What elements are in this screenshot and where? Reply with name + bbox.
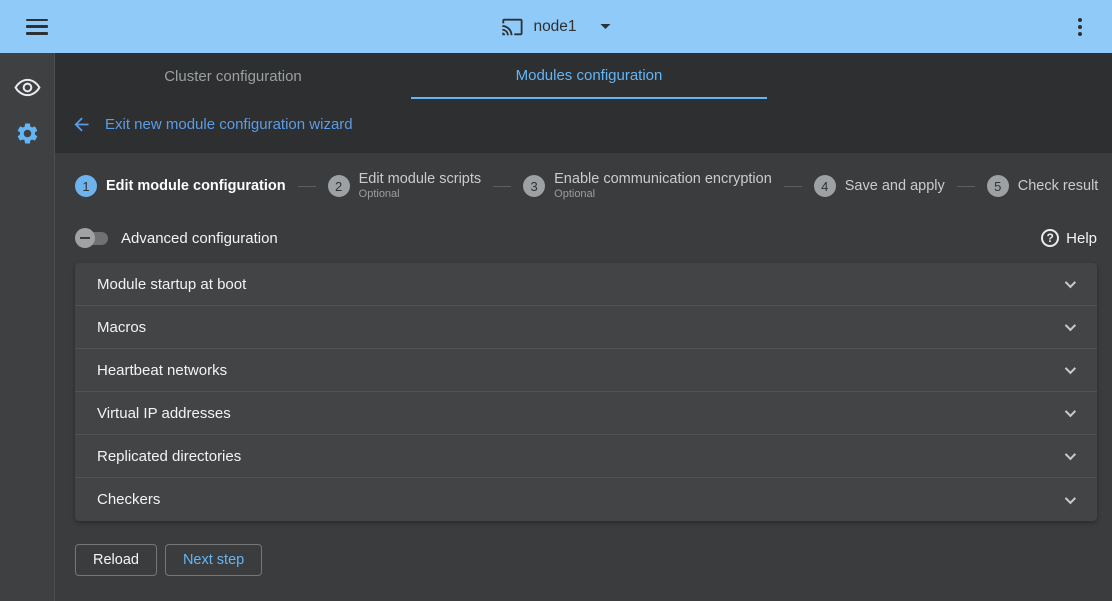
step-number: 1: [75, 175, 97, 197]
chevron-down-icon: [1065, 449, 1076, 460]
options-row: Advanced configuration ? Help: [75, 219, 1097, 257]
step-label: Check result: [1018, 178, 1099, 195]
panel-label: Macros: [97, 319, 146, 336]
action-buttons: Reload Next step: [75, 544, 1097, 576]
step-connector: [493, 186, 511, 187]
panel-label: Checkers: [97, 491, 160, 508]
wizard-body: 1 Edit module configuration 2 Edit modul…: [55, 153, 1112, 601]
gear-icon: [15, 121, 40, 146]
step-label: Edit module scripts: [359, 171, 482, 188]
reload-button[interactable]: Reload: [75, 544, 157, 576]
stepper-step-edit-configuration[interactable]: 1 Edit module configuration: [75, 175, 286, 197]
advanced-configuration-label: Advanced configuration: [121, 230, 278, 247]
step-number: 5: [987, 175, 1009, 197]
top-app-bar: node1: [0, 0, 1112, 53]
chevron-down-icon: [1065, 406, 1076, 417]
stepper-step-check-result[interactable]: 5 Check result: [987, 175, 1099, 197]
toggle-switch-icon: [75, 228, 109, 248]
step-connector: [298, 186, 316, 187]
hamburger-menu-icon[interactable]: [26, 19, 48, 35]
panel-virtual-ip-addresses[interactable]: Virtual IP addresses: [75, 392, 1097, 435]
chevron-down-icon: [601, 24, 611, 29]
tab-bar: Cluster configuration Modules configurat…: [55, 53, 1112, 99]
step-connector: [957, 186, 975, 187]
chevron-down-icon: [1065, 363, 1076, 374]
arrow-back-icon: [71, 114, 92, 135]
help-icon: ?: [1041, 229, 1059, 247]
panel-label: Module startup at boot: [97, 276, 246, 293]
stepper-step-edit-scripts[interactable]: 2 Edit module scripts Optional: [328, 171, 482, 200]
next-step-button[interactable]: Next step: [165, 544, 262, 576]
panel-label: Virtual IP addresses: [97, 405, 231, 422]
panel-replicated-directories[interactable]: Replicated directories: [75, 435, 1097, 478]
panel-module-startup-at-boot[interactable]: Module startup at boot: [75, 263, 1097, 306]
cast-icon: [501, 16, 523, 38]
step-sublabel: Optional: [359, 188, 482, 201]
tab-cluster-configuration[interactable]: Cluster configuration: [55, 53, 411, 99]
step-label: Save and apply: [845, 178, 945, 195]
wizard-stepper: 1 Edit module configuration 2 Edit modul…: [75, 153, 1097, 219]
panel-label: Heartbeat networks: [97, 362, 227, 379]
step-number: 3: [523, 175, 545, 197]
advanced-configuration-toggle[interactable]: Advanced configuration: [75, 228, 278, 248]
chevron-down-icon: [1065, 277, 1076, 288]
step-number: 4: [814, 175, 836, 197]
configuration-panels: Module startup at boot Macros Heartbeat …: [75, 263, 1097, 521]
tab-modules-configuration[interactable]: Modules configuration: [411, 53, 767, 99]
left-sidebar: [0, 53, 55, 601]
stepper-step-save-apply[interactable]: 4 Save and apply: [814, 175, 945, 197]
step-number: 2: [328, 175, 350, 197]
step-sublabel: Optional: [554, 188, 772, 201]
step-label: Edit module configuration: [106, 178, 286, 195]
panel-label: Replicated directories: [97, 448, 241, 465]
sidebar-item-monitoring[interactable]: [7, 67, 47, 107]
eye-icon: [14, 74, 41, 101]
step-connector: [784, 186, 802, 187]
panel-macros[interactable]: Macros: [75, 306, 1097, 349]
chevron-down-icon: [1065, 492, 1076, 503]
panel-checkers[interactable]: Checkers: [75, 478, 1097, 521]
chevron-down-icon: [1065, 320, 1076, 331]
exit-wizard-link[interactable]: Exit new module configuration wizard: [55, 99, 1112, 153]
stepper-step-enable-encryption[interactable]: 3 Enable communication encryption Option…: [523, 171, 772, 200]
overflow-menu-icon[interactable]: [1072, 12, 1088, 42]
step-label: Enable communication encryption: [554, 171, 772, 188]
exit-wizard-label: Exit new module configuration wizard: [105, 116, 353, 133]
page-header: Cluster configuration Modules configurat…: [55, 53, 1112, 153]
sidebar-item-configuration[interactable]: [7, 113, 47, 153]
help-label: Help: [1066, 230, 1097, 247]
node-name-label: node1: [533, 18, 576, 36]
panel-heartbeat-networks[interactable]: Heartbeat networks: [75, 349, 1097, 392]
node-selector[interactable]: node1: [501, 0, 610, 53]
help-button[interactable]: ? Help: [1041, 229, 1097, 247]
